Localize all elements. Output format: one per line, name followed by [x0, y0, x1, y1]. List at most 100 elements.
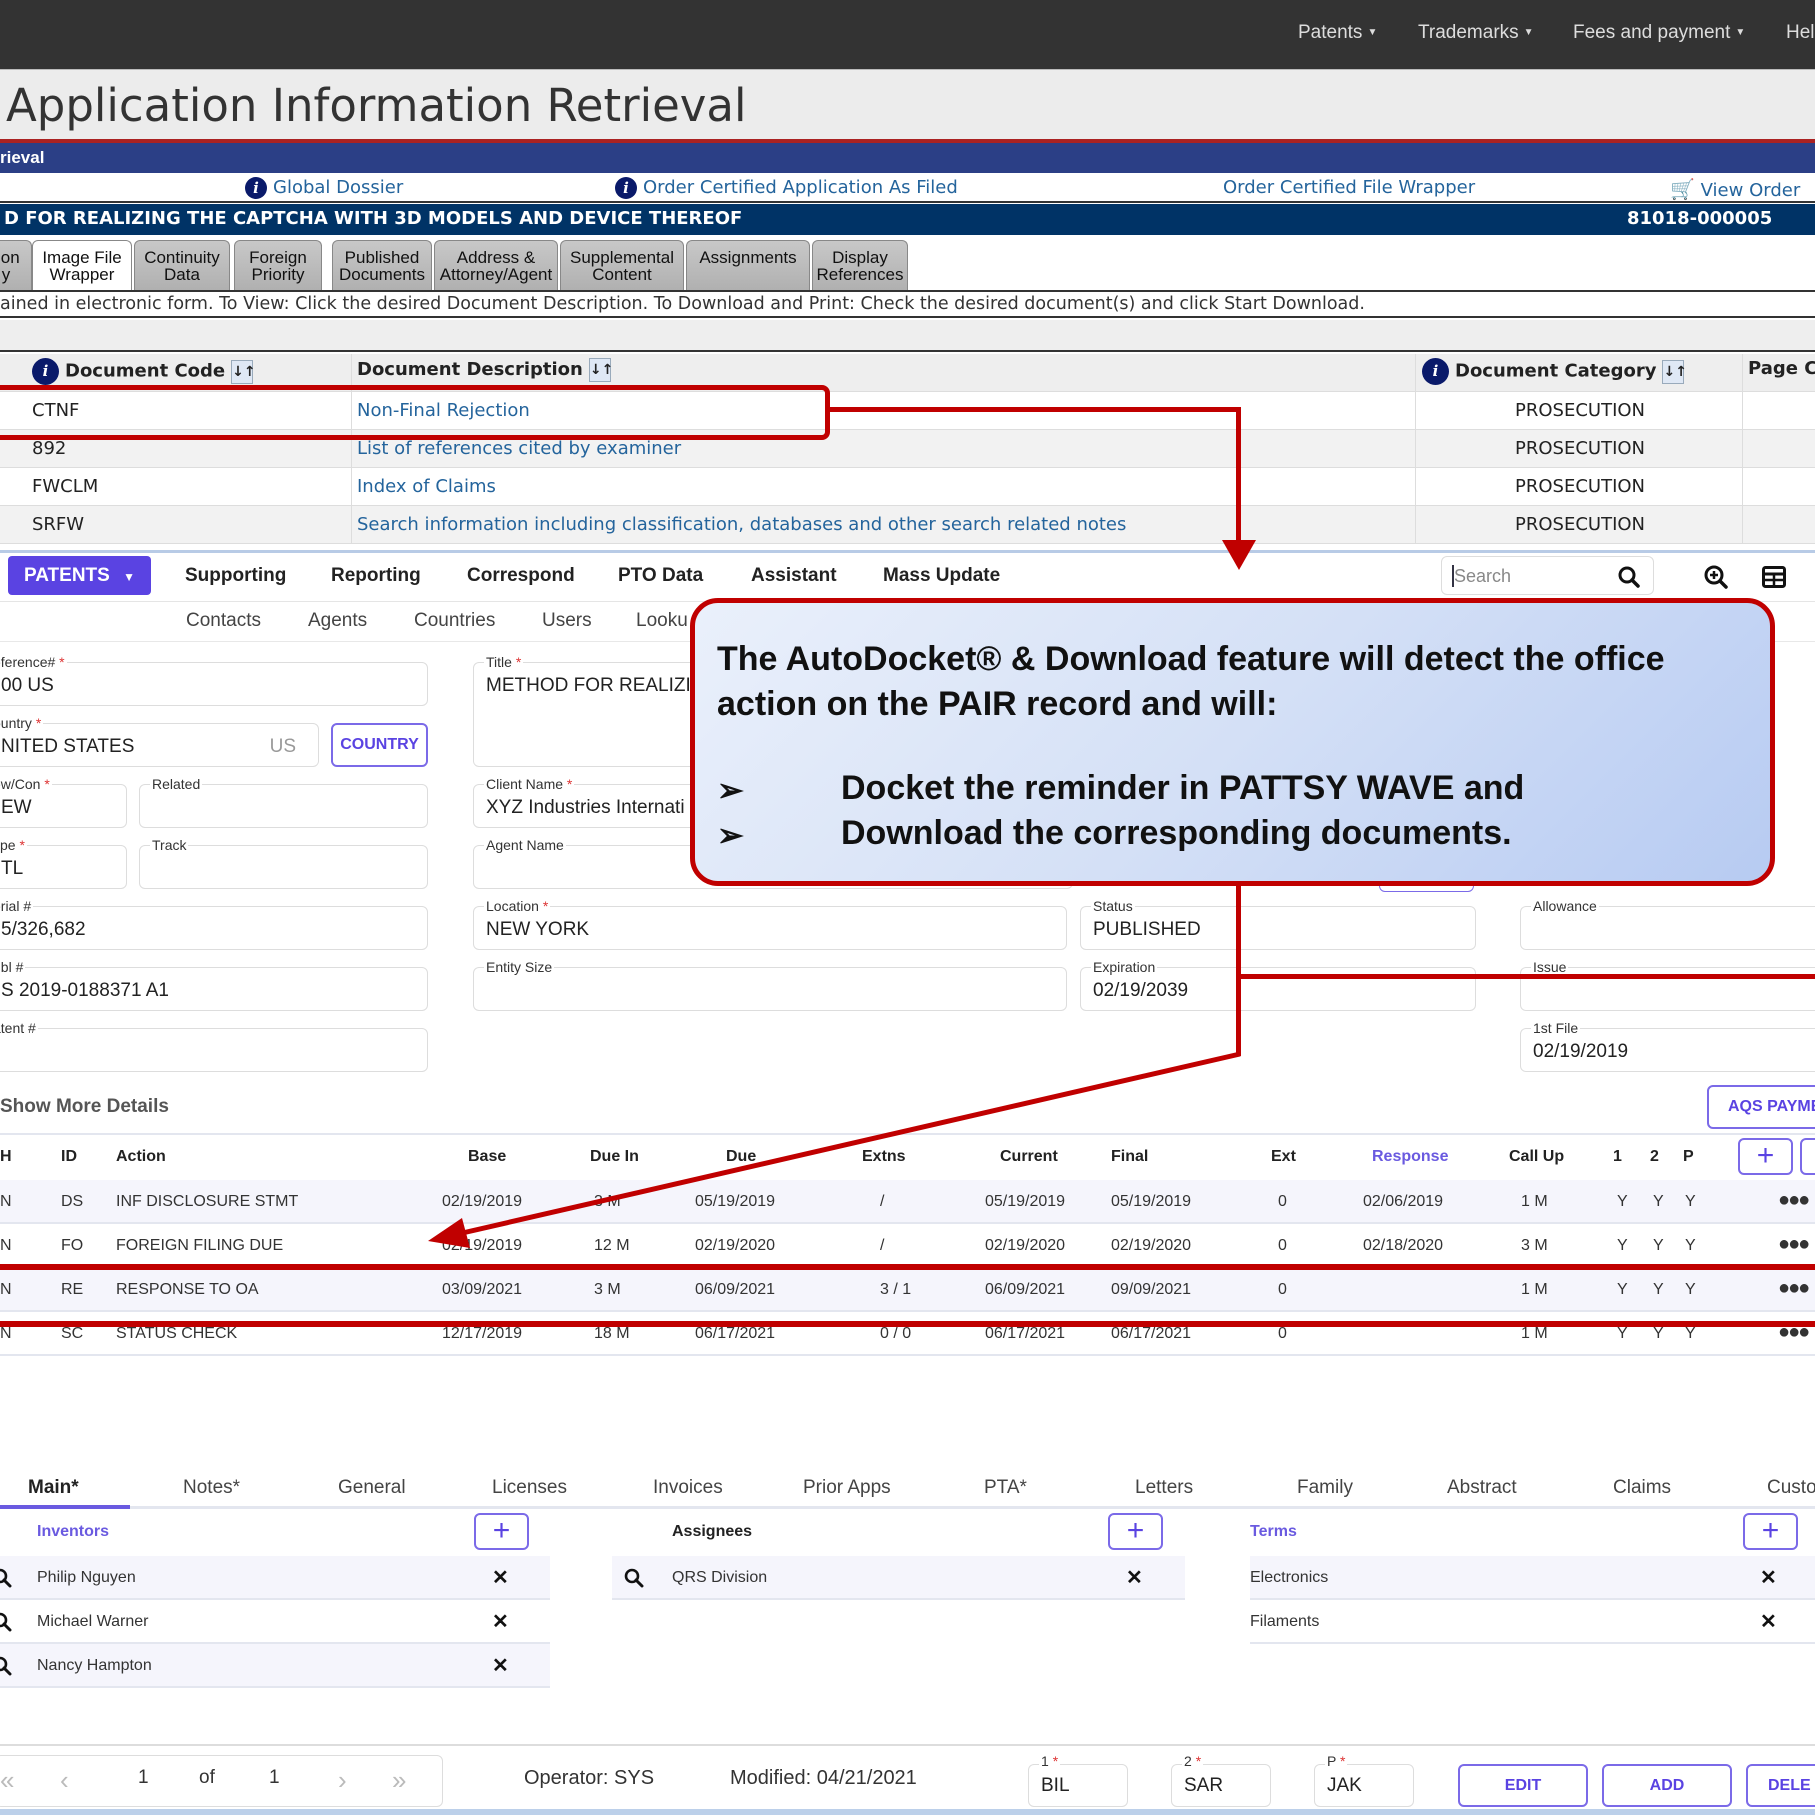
page-current[interactable]: 1	[138, 1767, 149, 1789]
first-page-icon[interactable]: «	[0, 1765, 14, 1796]
column-header-h[interactable]: H	[0, 1148, 12, 1166]
tab-0[interactable]: tiony	[0, 240, 32, 290]
remove-icon[interactable]: ✕	[1126, 1565, 1143, 1590]
column-header-call-up[interactable]: Call Up	[1509, 1148, 1564, 1166]
add-assignee-button[interactable]: +	[1108, 1513, 1163, 1550]
column-header-due-in[interactable]: Due In	[590, 1148, 639, 1166]
serial-field[interactable]: erial # 5/326,682	[0, 898, 428, 950]
column-header-response[interactable]: Response	[1372, 1148, 1448, 1166]
tab-4[interactable]: Published Documents	[332, 240, 432, 290]
action-row[interactable]: N RE RESPONSE TO OA 03/09/2021 3 M 06/09/2021…	[0, 1268, 1815, 1312]
aqs-payment-button[interactable]: AQS PAYME	[1707, 1085, 1815, 1129]
responsible-1-field[interactable]: 1 * BIL	[1028, 1753, 1128, 1807]
document-description-link[interactable]: Search information including classificat…	[357, 514, 1126, 535]
record-tab-priorapps[interactable]: Prior Apps	[803, 1477, 891, 1499]
action-row[interactable]: N FO FOREIGN FILING DUE 02/19/2019 12 M 02/19…	[0, 1224, 1815, 1268]
document-code-header[interactable]: i Document Code ↓↑	[32, 358, 256, 385]
country-field[interactable]: ountry * NITED STATES US	[0, 715, 319, 767]
entity-size-field[interactable]: Entity Size	[473, 959, 1067, 1011]
menu-supporting[interactable]: Supporting	[185, 565, 286, 587]
show-more-details-link[interactable]: Show More Details	[0, 1096, 169, 1118]
add-action-button[interactable]: +	[1738, 1138, 1793, 1175]
record-tab-licenses[interactable]: Licenses	[492, 1477, 567, 1499]
remove-icon[interactable]: ✕	[1760, 1565, 1777, 1590]
submenu-users[interactable]: Users	[542, 610, 592, 632]
lookup-search-icon[interactable]	[0, 1656, 12, 1676]
column-header-extns[interactable]: Extns	[862, 1148, 906, 1166]
column-header-ext[interactable]: Ext	[1271, 1148, 1296, 1166]
more-options-icon[interactable]: ●●●	[1778, 1233, 1810, 1256]
responsible-p-field[interactable]: P * JAK	[1314, 1753, 1414, 1807]
record-tab-main[interactable]: Main*	[28, 1477, 79, 1499]
country-button[interactable]: COUNTRY	[331, 723, 428, 767]
track-field[interactable]: Track	[139, 837, 428, 889]
menu-correspond[interactable]: Correspond	[467, 565, 575, 587]
reference-field[interactable]: eference# * 00 US	[0, 654, 428, 706]
tab-6[interactable]: Supplemental Content	[560, 240, 684, 290]
location-field[interactable]: Location * NEW YORK	[473, 898, 1067, 950]
record-tab-general[interactable]: General	[338, 1477, 406, 1499]
column-header-p[interactable]: P	[1683, 1148, 1694, 1166]
column-header-id[interactable]: ID	[61, 1148, 77, 1166]
lookup-search-icon[interactable]	[0, 1568, 12, 1588]
view-order-link[interactable]: 🛒 View Order	[1670, 177, 1800, 201]
menu-pto-data[interactable]: PTO Data	[618, 565, 703, 587]
sort-icon[interactable]: ↓↑	[588, 358, 613, 382]
record-tab-custo[interactable]: Custo	[1767, 1477, 1815, 1499]
column-header-base[interactable]: Base	[468, 1148, 506, 1166]
action-row[interactable]: N SC STATUS CHECK 12/17/2019 18 M 06/17/2021 0…	[0, 1312, 1815, 1356]
submenu-agents[interactable]: Agents	[308, 610, 367, 632]
global-dossier-link[interactable]: i Global Dossier	[245, 177, 403, 199]
first-file-field[interactable]: 1st File 02/19/2019	[1520, 1020, 1815, 1072]
related-field[interactable]: Related	[139, 776, 428, 828]
new-con-field[interactable]: ew/Con * EW	[0, 776, 127, 828]
tab-7[interactable]: Assignments	[686, 240, 810, 290]
document-description-header[interactable]: Document Description ↓↑	[357, 358, 613, 382]
record-tab-invoices[interactable]: Invoices	[653, 1477, 723, 1499]
nav-patents[interactable]: Patents ▼	[1298, 22, 1377, 44]
remove-icon[interactable]: ✕	[492, 1609, 509, 1634]
order-certified-app-link[interactable]: i Order Certified Application As Filed	[615, 177, 958, 199]
search-icon[interactable]	[1617, 565, 1641, 589]
tab-3[interactable]: Foreign Priority	[234, 240, 322, 290]
lookup-search-icon[interactable]	[0, 1612, 12, 1632]
last-page-icon[interactable]: »	[392, 1765, 406, 1796]
publication-field[interactable]: ubl # S 2019-0188371 A1	[0, 959, 428, 1011]
sort-icon[interactable]: ↓↑	[1662, 359, 1687, 384]
remove-icon[interactable]: ✕	[1760, 1609, 1777, 1634]
submenu-contacts[interactable]: Contacts	[186, 610, 261, 632]
edit-button[interactable]: EDIT	[1458, 1764, 1588, 1807]
lookup-search-icon[interactable]	[624, 1568, 644, 1588]
column-header-current[interactable]: Current	[1000, 1148, 1058, 1166]
previous-page-icon[interactable]: ‹	[60, 1765, 69, 1796]
menu-mass-update[interactable]: Mass Update	[883, 565, 1000, 587]
zoom-in-icon[interactable]	[1703, 564, 1729, 590]
column-header-action[interactable]: Action	[116, 1148, 166, 1166]
next-page-icon[interactable]: ›	[338, 1765, 347, 1796]
add-term-button[interactable]: +	[1743, 1513, 1798, 1550]
add-button[interactable]: ADD	[1602, 1764, 1732, 1807]
patents-menu-button[interactable]: PATENTS ▼	[8, 556, 151, 595]
column-header-2[interactable]: 2	[1650, 1148, 1659, 1166]
record-tab-letters[interactable]: Letters	[1135, 1477, 1193, 1499]
page-count-header[interactable]: Page C	[1748, 358, 1815, 379]
grid-view-icon[interactable]	[1762, 566, 1786, 588]
remove-icon[interactable]: ✕	[492, 1565, 509, 1590]
responsible-2-field[interactable]: 2 * SAR	[1171, 1753, 1271, 1807]
sort-icon[interactable]: ↓↑	[231, 359, 256, 384]
tab-2[interactable]: Continuity Data	[134, 240, 230, 290]
allowance-field[interactable]: Allowance	[1520, 898, 1815, 950]
delete-button[interactable]: DELE	[1746, 1764, 1815, 1807]
add-inventor-button[interactable]: +	[474, 1513, 529, 1550]
nav-trademarks[interactable]: Trademarks ▼	[1418, 22, 1534, 44]
menu-assistant[interactable]: Assistant	[751, 565, 837, 587]
patent-number-field[interactable]: atent #	[0, 1020, 428, 1072]
search-input[interactable]: Search	[1441, 556, 1654, 595]
remove-icon[interactable]: ✕	[492, 1653, 509, 1678]
tab-8[interactable]: Display References	[812, 240, 908, 290]
type-field[interactable]: ype * TL	[0, 837, 127, 889]
column-header-due[interactable]: Due	[726, 1148, 756, 1166]
menu-reporting[interactable]: Reporting	[331, 565, 421, 587]
document-description-link[interactable]: List of references cited by examiner	[357, 438, 681, 459]
order-certified-wrapper-link[interactable]: Order Certified File Wrapper	[1223, 177, 1475, 198]
